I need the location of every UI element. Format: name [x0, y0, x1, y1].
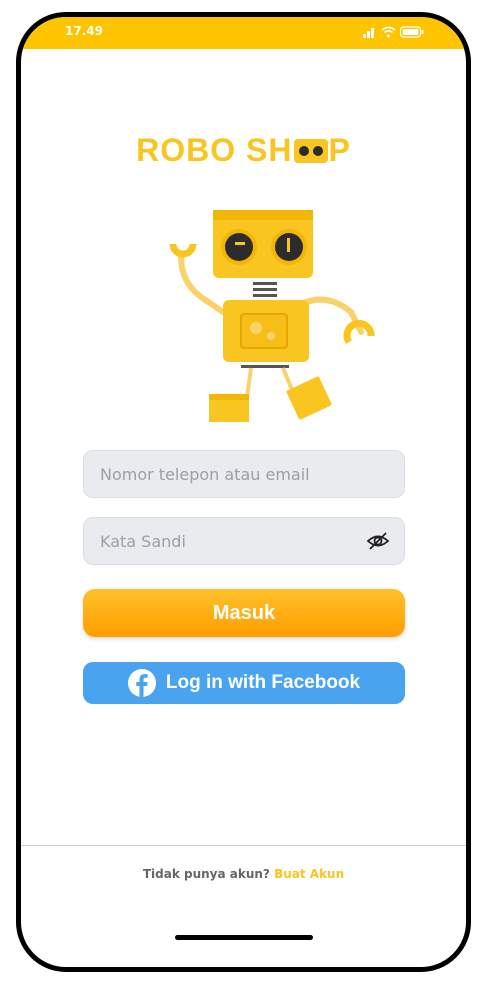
wifi-icon: [381, 26, 396, 38]
email-input[interactable]: [98, 463, 390, 485]
robot-illustration: [169, 210, 375, 422]
password-input[interactable]: [98, 530, 366, 552]
status-time: 17.49: [65, 24, 103, 38]
logo-text-left: ROBO SH: [136, 132, 293, 168]
facebook-login-button[interactable]: Log in with Facebook: [83, 662, 405, 704]
signup-link[interactable]: Buat Akun: [274, 867, 344, 881]
logo-text-right: P: [328, 132, 351, 168]
status-bar: 17.49: [21, 17, 466, 49]
eye-off-icon[interactable]: [366, 529, 390, 553]
facebook-icon: [127, 669, 156, 697]
signup-row: Tidak punya akun? Buat Akun: [21, 867, 466, 881]
app-logo: ROBO SH P: [21, 132, 466, 169]
signup-prompt: Tidak punya akun?: [142, 867, 270, 881]
signal-icon: [363, 28, 374, 38]
email-field[interactable]: [83, 450, 405, 498]
home-indicator[interactable]: [175, 935, 313, 940]
password-field[interactable]: [83, 517, 405, 565]
login-button[interactable]: Masuk: [83, 589, 405, 637]
facebook-button-label: Log in with Facebook: [165, 672, 361, 693]
footer-divider: [21, 845, 466, 846]
phone-frame: 17.49 ROBO SH P Nomor telepon atau email…: [16, 12, 471, 972]
battery-icon: [400, 26, 424, 38]
logo-robot-o-icon: [293, 139, 328, 163]
status-icons: [363, 24, 424, 40]
